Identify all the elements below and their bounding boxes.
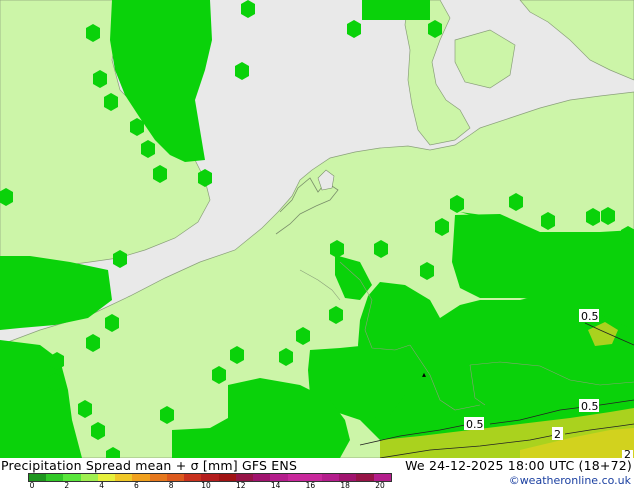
colorbar-swatch: [201, 474, 219, 481]
map-title: Precipitation Spread mean + σ [mm] GFS E…: [1, 458, 298, 473]
colorbar-tick-label: 16: [305, 481, 316, 490]
colorbar-tick-label: 6: [134, 481, 139, 490]
colorbar-tick-label: 2: [64, 481, 70, 490]
colorbar-tick-label: 12: [236, 481, 246, 490]
contour-label-4: 2: [554, 428, 561, 441]
colorbar-swatch: [80, 474, 98, 481]
contour-label-5: 2: [624, 448, 631, 458]
colorbar-tick-label: 4: [99, 481, 104, 490]
colorbar-tick-label: 20: [375, 481, 385, 490]
colorbar-tick-label: 8: [168, 481, 174, 490]
contour-label-1: 0.5: [581, 310, 599, 323]
map-marker-icon: ▴: [422, 370, 426, 379]
colorbar-swatch: [270, 474, 288, 481]
colorbar-tick-label: 14: [270, 481, 281, 490]
colorbar-swatch: [373, 474, 391, 481]
colorbar-swatch: [218, 474, 236, 481]
colorbar-swatch: [356, 474, 374, 481]
colorbar-swatch: [253, 474, 271, 481]
colorbar-swatch: [339, 474, 357, 481]
colorbar-swatch: [184, 474, 202, 481]
colorbar-swatch: [321, 474, 340, 481]
legend-footer: Precipitation Spread mean + σ [mm] GFS E…: [0, 458, 634, 490]
colorbar-swatch: [287, 474, 305, 481]
contour-label-2: 0.5: [581, 400, 599, 413]
colorbar-swatch: [304, 474, 322, 481]
colorbar-tick-label: 0: [29, 481, 35, 490]
colorbar-swatch: [46, 474, 64, 481]
colorbar-tick-label: 18: [340, 481, 350, 490]
colorbar-swatch: [97, 474, 116, 481]
colorbar-swatch: [166, 474, 185, 481]
colorbar-swatch: [63, 474, 81, 481]
colorbar-swatch: [29, 474, 47, 481]
colorbar-swatch: [235, 474, 254, 481]
forecast-map: 0.5 0.5 0.5 2 2 ▴: [0, 0, 634, 458]
contour-label-3: 0.5: [466, 418, 484, 431]
colorbar-swatch: [149, 474, 167, 481]
colorbar-tick-label: 10: [201, 481, 211, 490]
colorbar-swatch: [115, 474, 133, 481]
colorbar-swatch: [132, 474, 150, 481]
forecast-time: We 24-12-2025 18:00 UTC (18+72): [405, 458, 632, 473]
credit-link[interactable]: ©weatheronline.co.uk: [509, 474, 631, 487]
